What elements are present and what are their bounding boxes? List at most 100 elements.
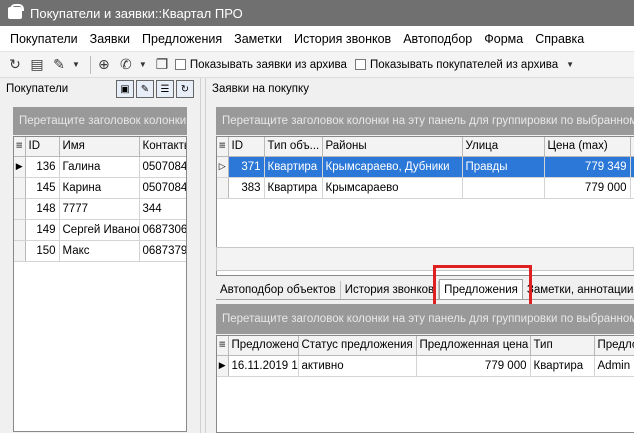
cell-max-price[interactable]: 779 000 bbox=[544, 177, 631, 199]
edit-card-icon[interactable]: ▤ bbox=[28, 56, 46, 74]
offers-grid[interactable]: ≡ Предложено Статус предложения Предложе… bbox=[216, 335, 634, 433]
table-row[interactable]: 148 7777 344 bbox=[14, 198, 186, 220]
tab-call-history[interactable]: История звонков bbox=[341, 281, 440, 299]
cell-offered-by[interactable]: Admin bbox=[594, 355, 634, 377]
cell-type[interactable]: Квартира bbox=[264, 156, 323, 178]
table-row[interactable]: 150 Макс 0687379 bbox=[14, 240, 186, 262]
pencil-icon[interactable]: ✎ bbox=[50, 56, 68, 74]
menu-form[interactable]: Форма bbox=[478, 32, 529, 46]
column-chooser-icon[interactable]: ≡ bbox=[217, 137, 229, 157]
cell-id[interactable]: 371 bbox=[228, 156, 265, 178]
card-view-icon[interactable]: ▣ bbox=[116, 80, 134, 98]
column-chooser-icon[interactable]: ≡ bbox=[217, 336, 229, 356]
table-row[interactable]: 383 Квартира Крымсараево 779 000 bbox=[217, 177, 634, 199]
cell-contacts[interactable]: 0687306 bbox=[139, 219, 186, 241]
buyers-tools: ▣ ✎ ☰ ↻ bbox=[114, 80, 194, 98]
column-header-type[interactable]: Тип объ... bbox=[264, 137, 323, 157]
buyers-group-hint: Перетащите заголовок колонки bbox=[19, 115, 187, 127]
column-header-id[interactable]: ID bbox=[25, 137, 60, 157]
offers-group-hint: Перетащите заголовок колонки на эту пане… bbox=[222, 313, 634, 325]
column-header-offered[interactable]: Предложено bbox=[228, 336, 299, 356]
show-archive-buyers-label: Показывать покупателей из архива bbox=[369, 58, 559, 71]
cell-id[interactable]: 148 bbox=[25, 198, 60, 220]
checkbox-box[interactable] bbox=[174, 59, 186, 70]
table-row[interactable]: ▶ 16.11.2019 1 активно 779 000 Квартира … bbox=[217, 355, 634, 377]
table-row[interactable]: 149 Сергей Иванов 0687306 bbox=[14, 219, 186, 241]
row-indicator bbox=[14, 219, 26, 241]
cell-street[interactable]: Правды bbox=[462, 156, 545, 178]
column-chooser-icon[interactable]: ≡ bbox=[14, 137, 26, 157]
cell-name[interactable]: Сергей Иванов bbox=[59, 219, 140, 241]
cell-districts[interactable]: Крымсараево, Дубники bbox=[322, 156, 463, 178]
table-row[interactable]: ▷ 371 Квартира Крымсараево, Дубники Прав… bbox=[217, 156, 634, 178]
tab-autoselect-objects[interactable]: Автоподбор объектов bbox=[216, 281, 341, 299]
menu-help[interactable]: Справка bbox=[529, 32, 590, 46]
cell-type[interactable]: Квартира bbox=[530, 355, 595, 377]
table-row[interactable]: ▶ 136 Галина 0507084 bbox=[14, 156, 186, 178]
requests-group-panel[interactable]: Перетащите заголовок колонки на эту пане… bbox=[216, 107, 634, 135]
refresh-icon[interactable]: ↻ bbox=[176, 80, 194, 98]
buyers-group-panel[interactable]: Перетащите заголовок колонки bbox=[13, 107, 187, 135]
cell-more[interactable] bbox=[630, 156, 634, 178]
requests-panel-header: Заявки на покупку bbox=[206, 78, 634, 100]
chevron-down-icon[interactable]: ▼ bbox=[139, 60, 147, 69]
cell-id[interactable]: 136 bbox=[25, 156, 60, 178]
cell-id[interactable]: 145 bbox=[25, 177, 60, 199]
tab-notes[interactable]: Заметки, аннотации bbox=[523, 281, 634, 299]
menu-offers[interactable]: Предложения bbox=[136, 32, 228, 46]
cell-offered-price[interactable]: 779 000 bbox=[416, 355, 531, 377]
window-title: Покупатели и заявки::Квартал ПРО bbox=[30, 5, 243, 21]
menu-call-history[interactable]: История звонков bbox=[288, 32, 397, 46]
cell-id[interactable]: 383 bbox=[228, 177, 265, 199]
cell-contacts[interactable]: 344 bbox=[139, 198, 186, 220]
requests-footer-strip bbox=[216, 247, 634, 271]
cell-max-price[interactable]: 779 349 bbox=[544, 156, 631, 178]
menu-notes[interactable]: Заметки bbox=[228, 32, 288, 46]
buyers-header-row: ≡ ID Имя Контакты bbox=[14, 137, 186, 157]
copy-icon[interactable]: ❐ bbox=[153, 56, 171, 74]
column-header-name[interactable]: Имя bbox=[59, 137, 140, 157]
column-header-more[interactable]: Ко bbox=[630, 137, 634, 157]
cell-offer-status[interactable]: активно bbox=[298, 355, 417, 377]
cell-name[interactable]: Карина bbox=[59, 177, 140, 199]
chevron-down-icon[interactable]: ▼ bbox=[72, 60, 80, 69]
column-header-id[interactable]: ID bbox=[228, 137, 265, 157]
cell-contacts[interactable]: 0507084 bbox=[139, 156, 186, 178]
cell-id[interactable]: 149 bbox=[25, 219, 60, 241]
phone-icon[interactable]: ✆ bbox=[117, 56, 135, 74]
column-header-contacts[interactable]: Контакты bbox=[139, 137, 186, 157]
list-icon[interactable]: ☰ bbox=[156, 80, 174, 98]
column-header-type[interactable]: Тип bbox=[530, 336, 595, 356]
chevron-down-icon[interactable]: ▼ bbox=[566, 60, 574, 69]
edit-icon[interactable]: ✎ bbox=[136, 80, 154, 98]
cell-offered-date[interactable]: 16.11.2019 1 bbox=[228, 355, 299, 377]
column-header-street[interactable]: Улица bbox=[462, 137, 545, 157]
cell-name[interactable]: Макс bbox=[59, 240, 140, 262]
column-header-offered-by[interactable]: Предло bbox=[594, 336, 634, 356]
add-icon[interactable]: ⊕ bbox=[95, 56, 113, 74]
buyers-grid[interactable]: ≡ ID Имя Контакты ▶ 136 Галина 0507084 1… bbox=[13, 136, 187, 432]
column-header-offer-status[interactable]: Статус предложения bbox=[298, 336, 417, 356]
checkbox-box[interactable] bbox=[354, 59, 366, 70]
requests-panel-title: Заявки на покупку bbox=[212, 83, 309, 95]
column-header-max-price[interactable]: Цена (max) bbox=[544, 137, 631, 157]
menu-requests[interactable]: Заявки bbox=[84, 32, 136, 46]
table-row[interactable]: 145 Карина 0507084 bbox=[14, 177, 186, 199]
cell-name[interactable]: Галина bbox=[59, 156, 140, 178]
column-header-offered-price[interactable]: Предложенная цена bbox=[416, 336, 531, 356]
offers-group-panel[interactable]: Перетащите заголовок колонки на эту пане… bbox=[216, 304, 634, 334]
cell-street[interactable] bbox=[462, 177, 545, 199]
refresh-icon[interactable]: ↻ bbox=[6, 56, 24, 74]
cell-contacts[interactable]: 0687379 bbox=[139, 240, 186, 262]
cell-contacts[interactable]: 0507084 bbox=[139, 177, 186, 199]
cell-name[interactable]: 7777 bbox=[59, 198, 140, 220]
cell-type[interactable]: Квартира bbox=[264, 177, 323, 199]
cell-districts[interactable]: Крымсараево bbox=[322, 177, 463, 199]
cell-more[interactable] bbox=[630, 177, 634, 199]
menu-buyers[interactable]: Покупатели bbox=[4, 32, 84, 46]
cell-id[interactable]: 150 bbox=[25, 240, 60, 262]
show-archive-requests-checkbox[interactable]: Показывать заявки из архива bbox=[174, 59, 347, 71]
column-header-districts[interactable]: Районы bbox=[322, 137, 463, 157]
show-archive-buyers-checkbox[interactable]: Показывать покупателей из архива bbox=[354, 58, 559, 71]
menu-autoselect[interactable]: Автоподбор bbox=[397, 32, 478, 46]
